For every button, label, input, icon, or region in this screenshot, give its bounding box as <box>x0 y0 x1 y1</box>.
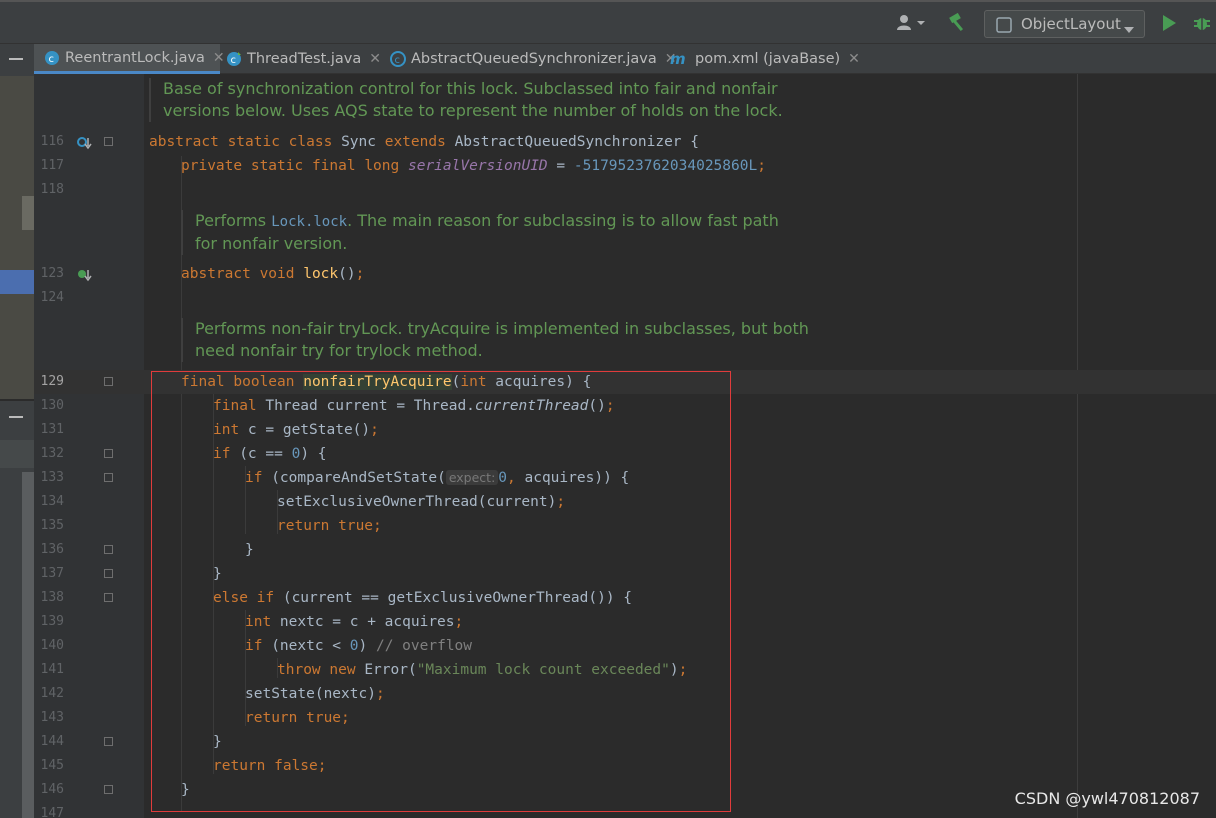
collapse-icon[interactable] <box>9 58 23 60</box>
highlight-annotation-box <box>151 371 731 812</box>
run-icon[interactable] <box>1158 11 1180 35</box>
class-icon: c <box>390 51 406 67</box>
fold-icon[interactable] <box>104 569 113 578</box>
fold-icon[interactable] <box>104 137 113 146</box>
fold-icon[interactable] <box>104 377 113 386</box>
project-tree-selected-item[interactable] <box>0 270 34 294</box>
class-icon: c <box>226 51 242 67</box>
code-line[interactable]: 116 abstract static class Sync extends A… <box>34 130 1216 154</box>
implemented-icon[interactable] <box>77 267 92 282</box>
close-icon[interactable]: ✕ <box>213 50 225 66</box>
hammer-icon[interactable] <box>945 11 971 35</box>
code-editor[interactable]: Base of synchronization control for this… <box>34 74 1216 818</box>
structure-scrollbar[interactable] <box>22 472 34 818</box>
tab-label: ThreadTest.java <box>247 51 362 67</box>
class-icon: c <box>44 50 60 66</box>
fold-icon[interactable] <box>104 737 113 746</box>
fold-icon[interactable] <box>104 449 113 458</box>
code-text: private static final long serialVersionU… <box>181 158 766 174</box>
run-configuration-label: ObjectLayout <box>1021 15 1121 33</box>
tab-label: ReentrantLock.java <box>65 49 205 66</box>
doc-comment: Base of synchronization control for this… <box>149 78 803 122</box>
tab-threadtest[interactable]: c ThreadTest.java ✕ <box>226 44 381 74</box>
code-line[interactable]: 118 <box>34 178 1216 202</box>
debug-icon[interactable] <box>1190 11 1214 35</box>
project-scrollbar[interactable] <box>22 196 34 230</box>
user-icon[interactable] <box>894 11 928 35</box>
run-configuration-select[interactable]: ObjectLayout <box>984 10 1145 38</box>
svg-text:m: m <box>670 51 686 67</box>
tab-reentrantlock[interactable]: c ReentrantLock.java ✕ <box>34 44 225 74</box>
svg-text:c: c <box>395 55 401 66</box>
close-icon[interactable]: ✕ <box>848 51 860 67</box>
fold-icon[interactable] <box>104 593 113 602</box>
doc-comment: Performs non-fair tryLock. tryAcquire is… <box>181 318 815 362</box>
project-panel <box>0 44 34 818</box>
tab-abstractqueuedsynchronizer[interactable]: c AbstractQueuedSynchronizer.java ✕ <box>390 44 676 74</box>
maven-icon: m <box>670 51 690 67</box>
tab-pom-xml[interactable]: m pom.xml (javaBase) ✕ <box>670 44 860 74</box>
code-line[interactable]: 117 private static final long serialVers… <box>34 154 1216 178</box>
collapse-icon[interactable] <box>9 416 23 418</box>
project-tree[interactable] <box>0 76 34 400</box>
panel-divider <box>0 399 34 401</box>
doc-comment: Performs Lock.lock. The main reason for … <box>181 210 795 255</box>
override-icon[interactable] <box>77 135 92 150</box>
tab-label: pom.xml (javaBase) <box>695 51 841 67</box>
code-text: abstract void lock(); <box>181 266 365 282</box>
fold-icon[interactable] <box>104 473 113 482</box>
fold-icon[interactable] <box>104 785 113 794</box>
watermark: CSDN @ywl470812087 <box>1014 789 1200 808</box>
code-line[interactable]: 123 abstract void lock(); <box>34 262 1216 286</box>
close-icon[interactable]: ✕ <box>369 51 381 67</box>
chevron-down-icon <box>1124 20 1134 38</box>
tab-label: AbstractQueuedSynchronizer.java <box>411 51 657 67</box>
structure-panel[interactable] <box>0 440 34 468</box>
svg-text:c: c <box>49 54 55 65</box>
configuration-icon <box>996 17 1012 37</box>
fold-icon[interactable] <box>104 545 113 554</box>
main-toolbar: ObjectLayout <box>0 0 1216 44</box>
svg-text:c: c <box>231 55 237 66</box>
code-text: abstract static class Sync extends Abstr… <box>149 134 699 150</box>
editor-tab-bar: c ReentrantLock.java ✕ c ThreadTest.java… <box>34 44 1216 74</box>
code-line[interactable]: 124 <box>34 286 1216 310</box>
